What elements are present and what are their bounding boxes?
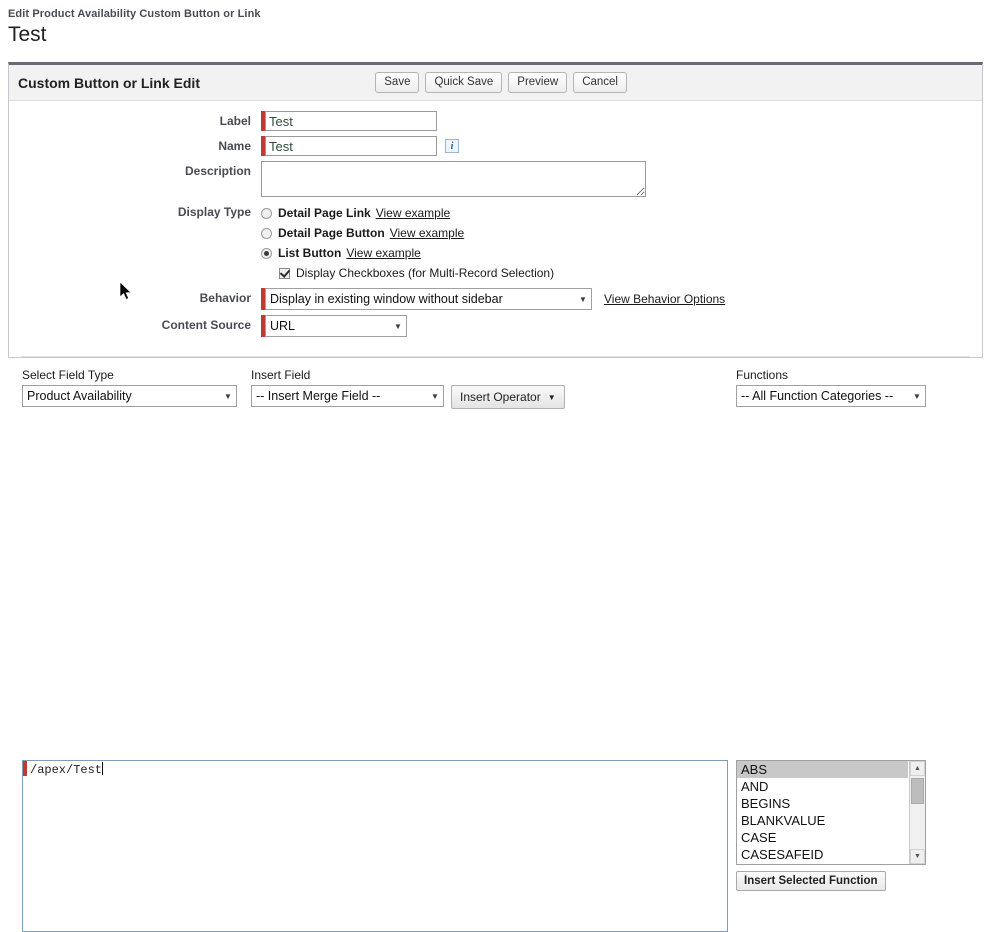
functions-caption: Functions <box>736 368 926 382</box>
field-row-content-source: Content Source URL ▼ <box>9 315 982 337</box>
list-item[interactable]: ABS <box>737 761 908 778</box>
display-checkboxes-row[interactable]: Display Checkboxes (for Multi-Record Sel… <box>261 263 554 283</box>
chevron-down-icon: ▼ <box>548 393 556 402</box>
breadcrumb: Edit Product Availability Custom Button … <box>8 7 991 21</box>
behavior-label: Behavior <box>9 288 261 308</box>
view-example-link[interactable]: View example <box>346 246 420 260</box>
formula-editor-section: Select Field Type Product Availability ▼… <box>8 352 983 572</box>
page-header: Edit Product Availability Custom Button … <box>0 0 991 48</box>
insert-field-caption: Insert Field <box>251 368 444 382</box>
display-type-control: Detail Page Link View example Detail Pag… <box>261 202 982 283</box>
radio-detail-page-link[interactable]: Detail Page Link View example <box>261 203 554 223</box>
save-button[interactable]: Save <box>375 72 419 93</box>
list-item[interactable]: CASE <box>737 829 908 846</box>
label-field-label: Label <box>9 111 261 131</box>
functions-listbox[interactable]: ABS AND BEGINS BLANKVALUE CASE CASESAFEI… <box>736 760 926 865</box>
content-source-selected-value: URL <box>270 319 390 333</box>
list-item[interactable]: BEGINS <box>737 795 908 812</box>
page-title: Test <box>8 22 991 48</box>
field-row-display-type: Display Type Detail Page Link View examp… <box>9 202 982 283</box>
chevron-down-icon: ▼ <box>220 392 236 401</box>
list-item[interactable]: AND <box>737 778 908 795</box>
description-field-label: Description <box>9 161 261 181</box>
name-field-control: i <box>261 136 982 156</box>
radio-icon[interactable] <box>261 228 272 239</box>
functions-group: Functions -- All Function Categories -- … <box>736 368 926 407</box>
radio-label: Detail Page Button <box>278 226 385 240</box>
panel-titlebar: Custom Button or Link Edit Save Quick Sa… <box>9 65 982 101</box>
chevron-down-icon: ▼ <box>427 392 443 401</box>
radio-label: List Button <box>278 246 341 260</box>
text-caret <box>102 762 103 775</box>
radio-detail-page-button[interactable]: Detail Page Button View example <box>261 223 554 243</box>
function-category-select[interactable]: -- All Function Categories -- ▼ <box>736 385 926 407</box>
functions-items: ABS AND BEGINS BLANKVALUE CASE CASESAFEI… <box>737 761 908 863</box>
formula-editor-toolbar: Select Field Type Product Availability ▼… <box>8 352 983 408</box>
insert-operator-label: Insert Operator <box>460 390 541 404</box>
panel-action-buttons: Save Quick Save Preview Cancel <box>375 72 972 93</box>
insert-operator-button[interactable]: Insert Operator ▼ <box>451 385 565 409</box>
insert-merge-field-value: -- Insert Merge Field -- <box>256 389 427 403</box>
label-input[interactable] <box>265 111 437 131</box>
field-type-select[interactable]: Product Availability ▼ <box>22 385 237 407</box>
checkbox-icon[interactable] <box>279 268 290 279</box>
view-example-link[interactable]: View example <box>376 206 450 220</box>
content-source-select[interactable]: URL ▼ <box>265 315 407 337</box>
radio-icon[interactable] <box>261 208 272 219</box>
field-row-label: Label <box>9 111 982 131</box>
radio-list-button[interactable]: List Button View example <box>261 243 554 263</box>
preview-button[interactable]: Preview <box>508 72 567 93</box>
view-example-link[interactable]: View example <box>390 226 464 240</box>
field-type-selected-value: Product Availability <box>27 389 220 403</box>
checkbox-label: Display Checkboxes (for Multi-Record Sel… <box>296 266 554 280</box>
display-type-radio-group: Detail Page Link View example Detail Pag… <box>261 202 554 283</box>
panel-title: Custom Button or Link Edit <box>18 75 200 91</box>
formula-value: /apex/Test <box>30 763 102 777</box>
insert-selected-function-button[interactable]: Insert Selected Function <box>736 871 886 891</box>
list-item[interactable]: BLANKVALUE <box>737 812 908 829</box>
insert-operator-group: Insert Operator ▼ <box>451 385 565 409</box>
formula-text-content: /apex/Test <box>27 761 103 931</box>
name-field-label: Name <box>9 136 261 156</box>
form-body: Label Name i Description Display Type <box>9 101 982 354</box>
functions-scrollbar[interactable]: ▲ ▼ <box>909 761 925 864</box>
scrollbar-thumb[interactable] <box>911 778 924 804</box>
scroll-down-icon[interactable]: ▼ <box>910 849 925 864</box>
description-field-control <box>261 161 982 197</box>
list-item[interactable]: CASESAFEID <box>737 846 908 863</box>
field-row-description: Description <box>9 161 982 197</box>
functions-panel: ABS AND BEGINS BLANKVALUE CASE CASESAFEI… <box>736 760 926 891</box>
content-source-label: Content Source <box>9 315 261 335</box>
custom-button-edit-panel: Custom Button or Link Edit Save Quick Sa… <box>8 62 983 358</box>
description-textarea[interactable] <box>261 161 646 197</box>
view-behavior-options-link[interactable]: View Behavior Options <box>604 288 725 310</box>
chevron-down-icon: ▼ <box>390 322 406 331</box>
chevron-down-icon: ▼ <box>909 392 925 401</box>
insert-field-group: Insert Field -- Insert Merge Field -- ▼ <box>251 368 444 407</box>
cancel-button[interactable]: Cancel <box>573 72 627 93</box>
chevron-down-icon: ▼ <box>575 295 591 304</box>
content-source-control: URL ▼ <box>261 315 982 337</box>
insert-merge-field-select[interactable]: -- Insert Merge Field -- ▼ <box>251 385 444 407</box>
radio-icon-selected[interactable] <box>261 248 272 259</box>
radio-label: Detail Page Link <box>278 206 371 220</box>
name-input[interactable] <box>265 136 437 156</box>
scroll-up-icon[interactable]: ▲ <box>910 761 925 776</box>
display-type-label: Display Type <box>9 202 261 222</box>
behavior-select[interactable]: Display in existing window without sideb… <box>265 288 592 310</box>
label-field-control <box>261 111 982 131</box>
formula-textarea[interactable]: /apex/Test <box>22 760 728 932</box>
field-row-name: Name i <box>9 136 982 156</box>
info-icon[interactable]: i <box>445 139 459 153</box>
field-row-behavior: Behavior Display in existing window with… <box>9 288 982 310</box>
field-type-caption: Select Field Type <box>22 368 237 382</box>
quick-save-button[interactable]: Quick Save <box>425 72 502 93</box>
field-type-group: Select Field Type Product Availability ▼ <box>22 368 237 407</box>
behavior-selected-value: Display in existing window without sideb… <box>270 292 575 306</box>
function-category-value: -- All Function Categories -- <box>741 389 909 403</box>
behavior-control: Display in existing window without sideb… <box>261 288 982 310</box>
